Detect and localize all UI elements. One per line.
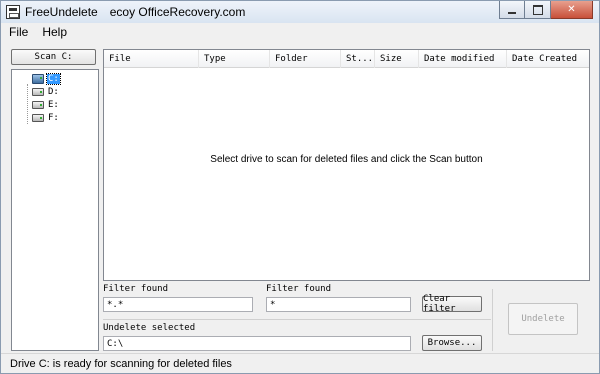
column-header-type[interactable]: Type	[199, 50, 270, 68]
column-header-status[interactable]: St...	[341, 50, 375, 68]
drive-tree[interactable]: C: D: E: F:	[11, 69, 99, 351]
column-header-date-modified[interactable]: Date modified	[419, 50, 507, 68]
drive-item-f[interactable]: F:	[32, 112, 60, 124]
browse-button[interactable]: Browse...	[422, 335, 482, 351]
status-bar: Drive C: is ready for scanning for delet…	[1, 353, 599, 373]
title-bar[interactable]: FreeUndelete ecoy OfficeRecovery.com ✕	[1, 1, 599, 23]
drive-item-e[interactable]: E:	[32, 99, 60, 111]
undelete-label: Undelete selected	[103, 323, 196, 333]
title-app-name: FreeUndelete	[25, 5, 98, 19]
drive-item-d[interactable]: D:	[32, 86, 60, 98]
empty-list-message: Select drive to scan for deleted files a…	[210, 154, 483, 165]
divider	[103, 319, 491, 320]
deleted-files-list[interactable]: File Type Folder St... Size Date modifie…	[103, 49, 590, 281]
drive-label: C:	[46, 73, 61, 85]
drive-item-c[interactable]: C:	[32, 73, 61, 85]
menu-file[interactable]: File	[7, 25, 30, 39]
filter-input-1[interactable]: *.*	[103, 297, 253, 312]
drive-label: E:	[48, 100, 59, 110]
tree-connector	[27, 84, 28, 124]
window-title: FreeUndelete ecoy OfficeRecovery.com	[25, 5, 245, 19]
window-controls: ✕	[499, 1, 593, 20]
filter-label-2: Filter found	[266, 284, 332, 294]
filter-input-2[interactable]: *	[266, 297, 411, 312]
hard-drive-icon	[32, 114, 44, 122]
scan-button[interactable]: Scan C:	[11, 49, 96, 65]
column-header-file[interactable]: File	[104, 50, 199, 68]
status-text: Drive C: is ready for scanning for delet…	[10, 357, 232, 370]
column-header-folder[interactable]: Folder	[270, 50, 341, 68]
list-header: File Type Folder St... Size Date modifie…	[104, 50, 589, 68]
column-header-size[interactable]: Size	[375, 50, 419, 68]
hard-drive-icon	[32, 88, 44, 96]
menu-help[interactable]: Help	[40, 25, 69, 39]
divider	[492, 289, 493, 351]
app-icon	[6, 5, 20, 19]
app-window: FreeUndelete ecoy OfficeRecovery.com ✕ Fi…	[0, 0, 600, 374]
filter-label-1: Filter found	[103, 284, 169, 294]
clear-filter-button[interactable]: Clear filter	[422, 294, 482, 314]
close-button[interactable]: ✕	[551, 1, 593, 19]
maximize-button[interactable]	[525, 1, 551, 19]
drive-label: F:	[48, 113, 59, 123]
hard-drive-icon	[32, 101, 44, 109]
minimize-button[interactable]	[499, 1, 525, 19]
destination-path-input[interactable]: C:\	[103, 336, 411, 351]
system-drive-icon	[32, 74, 44, 84]
menu-bar: File Help	[1, 23, 599, 41]
title-vendor: ecoy OfficeRecovery.com	[109, 5, 246, 19]
close-icon: ✕	[567, 4, 576, 15]
undelete-button[interactable]: Undelete	[508, 303, 578, 335]
column-header-date-created[interactable]: Date Created	[507, 50, 589, 68]
drive-label: D:	[48, 87, 59, 97]
